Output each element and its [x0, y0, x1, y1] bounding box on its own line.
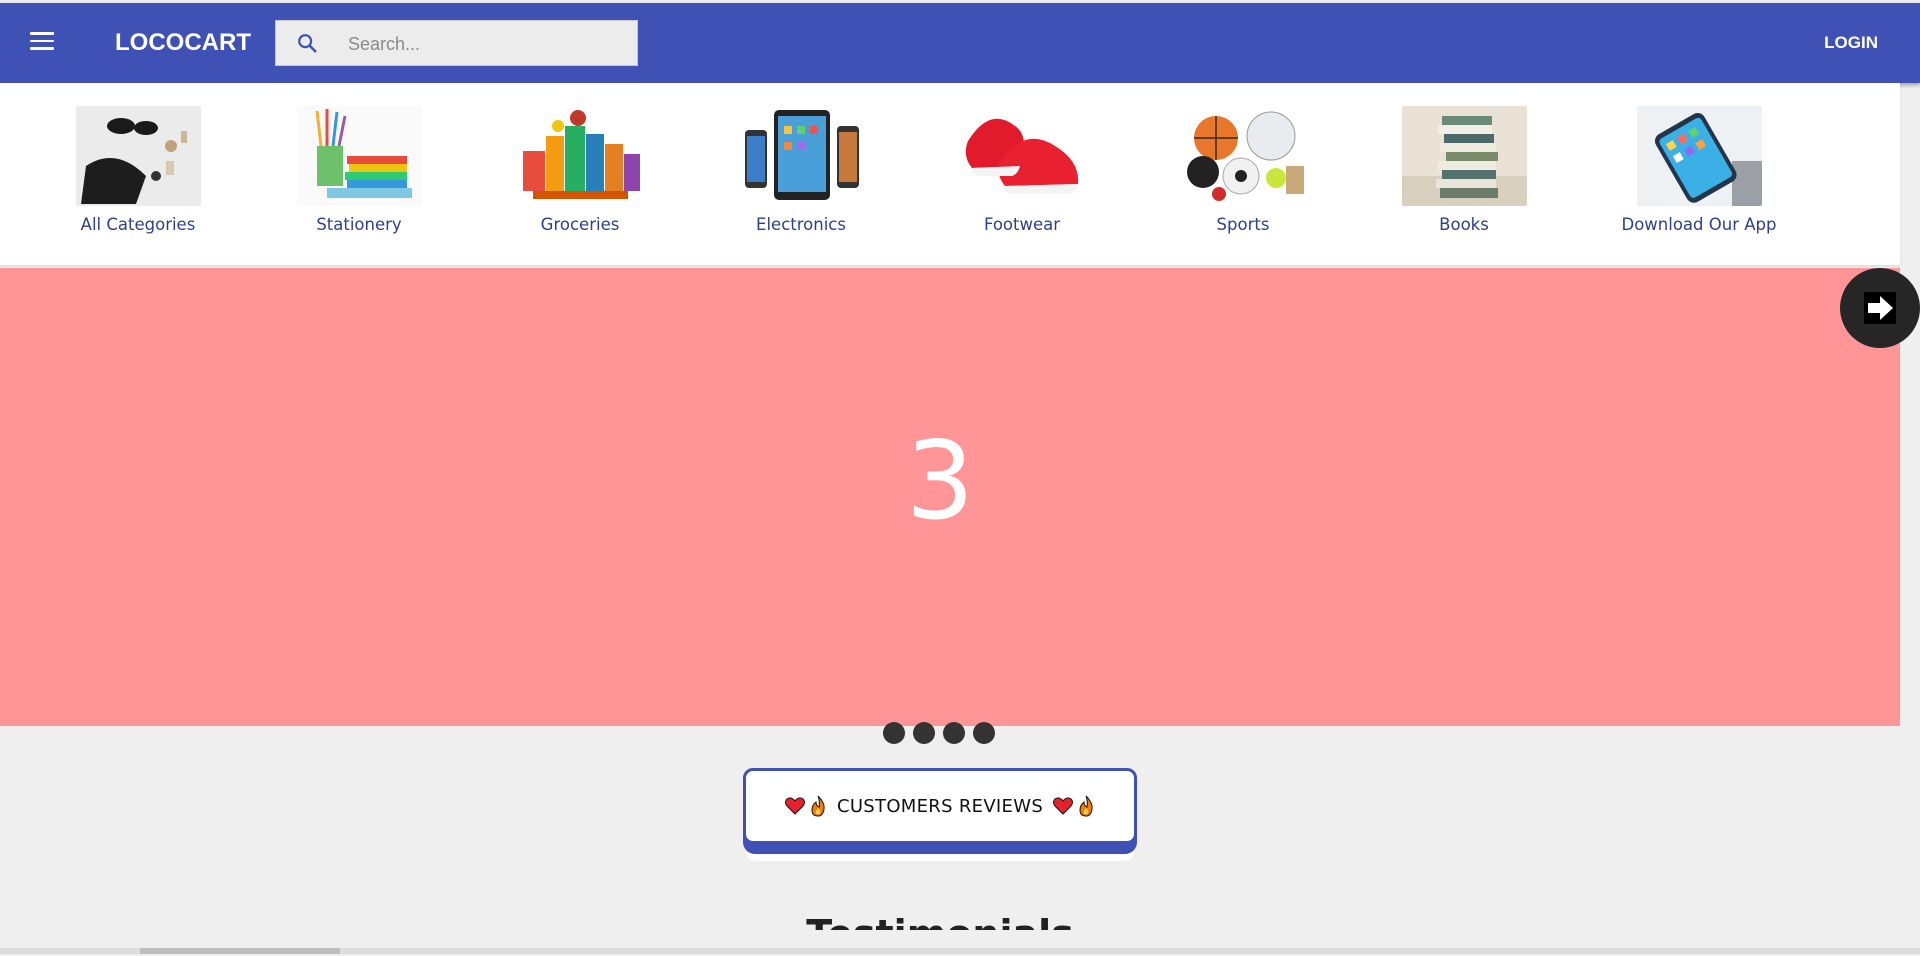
menu-icon[interactable]: [30, 32, 54, 50]
category-all[interactable]: All Categories: [48, 106, 228, 234]
category-label: All Categories: [80, 215, 196, 234]
smartphone-image: [1636, 106, 1762, 206]
category-electronics[interactable]: Electronics: [711, 106, 891, 234]
heart-fire-icons: [1053, 795, 1095, 817]
customer-reviews-card: CUSTOMERS REVIEWS: [743, 768, 1137, 866]
carousel-dot[interactable]: [943, 722, 965, 744]
brand-logo[interactable]: LOCOCART: [115, 29, 251, 57]
category-label: Sports: [1216, 215, 1270, 234]
category-stationery[interactable]: Stationery: [269, 106, 449, 234]
book-stack-image: [1401, 106, 1527, 206]
carousel-next-button[interactable]: [1840, 268, 1920, 348]
top-app-bar: LOCOCART LOGIN: [0, 3, 1920, 83]
category-sports[interactable]: Sports: [1153, 106, 1333, 234]
horizontal-scrollbar-thumb[interactable]: [140, 948, 340, 954]
slide-number: 3: [905, 419, 975, 544]
carousel-dot[interactable]: [883, 722, 905, 744]
category-strip: All Categories Stationery Groceries Elec…: [0, 83, 1900, 265]
stationery-image: [296, 106, 422, 206]
category-groceries[interactable]: Groceries: [490, 106, 670, 234]
devices-image: [738, 106, 864, 206]
accessories-image: [75, 106, 201, 206]
category-label: Groceries: [540, 215, 620, 234]
heart-fire-icons: [784, 795, 827, 817]
category-label: Download Our App: [1621, 215, 1777, 234]
category-download-app[interactable]: Download Our App: [1609, 106, 1789, 234]
category-books[interactable]: Books: [1374, 106, 1554, 234]
red-sneakers-image: [959, 106, 1085, 206]
customer-reviews-button[interactable]: CUSTOMERS REVIEWS: [743, 768, 1137, 844]
arrow-right-icon: [1864, 292, 1896, 324]
reviews-label: CUSTOMERS REVIEWS: [836, 795, 1044, 817]
groceries-image: [517, 106, 643, 206]
login-button[interactable]: LOGIN: [1824, 33, 1878, 53]
fire-icon: [811, 795, 825, 817]
search-box[interactable]: [275, 20, 638, 67]
category-label: Footwear: [983, 215, 1061, 234]
heart-icon: [1053, 797, 1074, 815]
carousel-slide: 3: [0, 268, 1900, 726]
fire-icon: [1079, 795, 1093, 817]
category-footwear[interactable]: Footwear: [932, 106, 1112, 234]
search-input[interactable]: [346, 21, 630, 67]
category-label: Stationery: [316, 215, 402, 234]
heart-icon: [784, 797, 805, 815]
search-icon: [298, 34, 317, 53]
category-label: Books: [1439, 215, 1489, 234]
sports-balls-image: [1180, 106, 1306, 206]
category-label: Electronics: [756, 215, 846, 234]
carousel-dot[interactable]: [913, 722, 935, 744]
carousel-dot[interactable]: [973, 722, 995, 744]
